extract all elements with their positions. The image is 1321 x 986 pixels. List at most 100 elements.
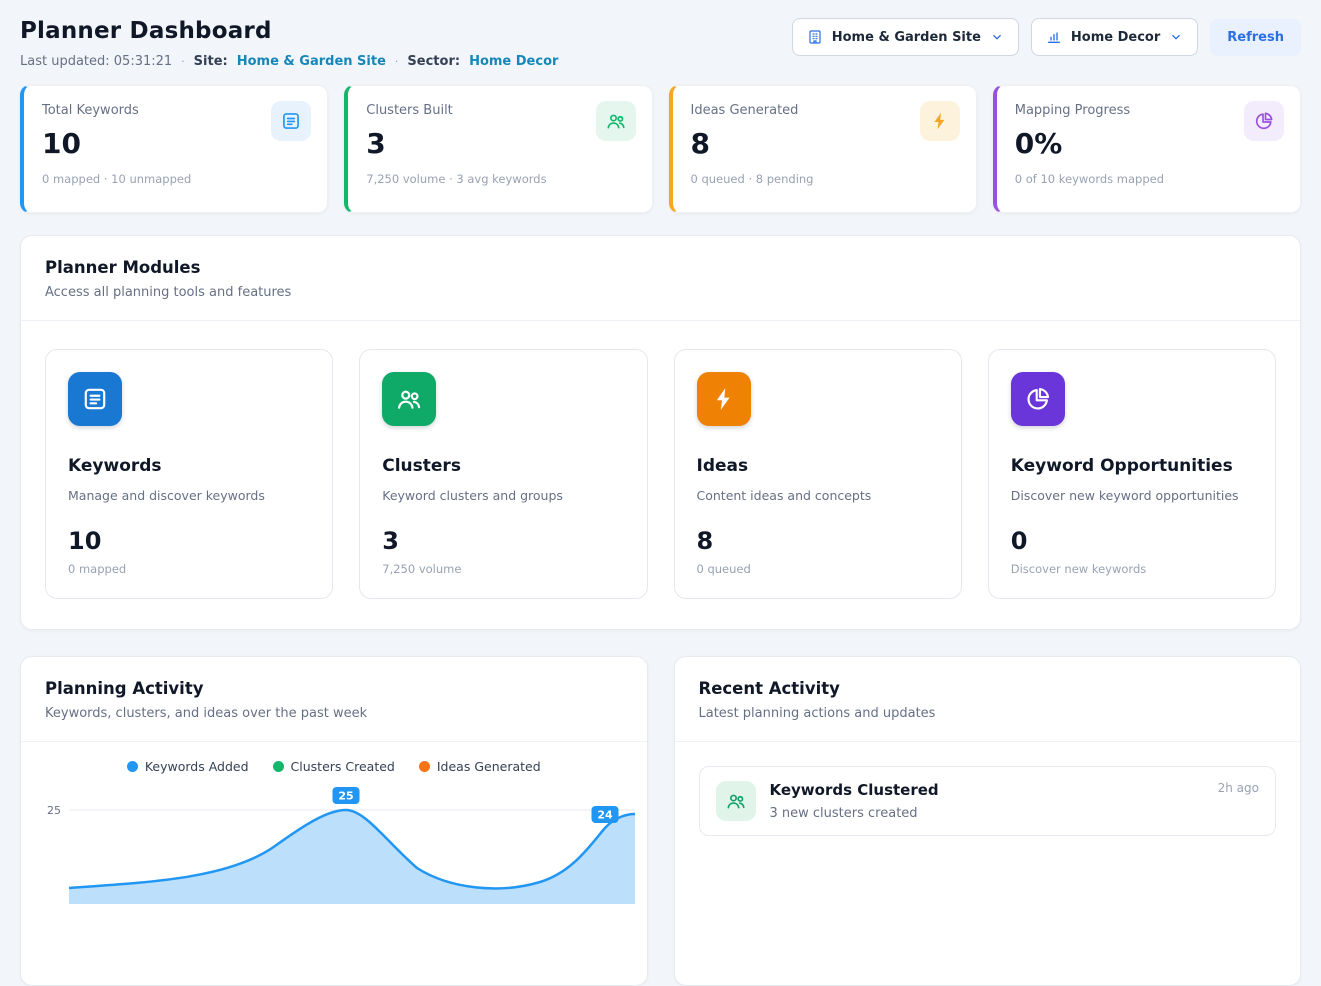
activity-timestamp: 2h ago (1218, 781, 1259, 795)
module-description: Discover new keyword opportunities (1011, 488, 1253, 503)
document-icon (271, 101, 311, 141)
site-link[interactable]: Home & Garden Site (237, 54, 386, 69)
module-card-clusters[interactable]: Clusters Keyword clusters and groups 3 7… (359, 349, 647, 599)
y-axis-tick: 25 (47, 804, 61, 817)
recent-activity-list: Keywords Clustered 3 new clusters create… (675, 742, 1301, 860)
sector-selector-label: Home Decor (1071, 30, 1160, 45)
module-sub-label: 0 queued (697, 562, 939, 576)
stat-subtitle: 0 queued · 8 pending (691, 172, 958, 186)
bottom-row: Planning Activity Keywords, clusters, an… (20, 656, 1301, 986)
module-title: Keyword Opportunities (1011, 456, 1253, 476)
page-meta: Last updated: 05:31:21 · Site: Home & Ga… (20, 54, 558, 69)
point-label-badge: 25 (333, 787, 360, 804)
meta-separator: · (395, 55, 399, 68)
planner-modules-header: Planner Modules Access all planning tool… (21, 236, 1300, 321)
section-title: Planner Modules (45, 258, 1276, 277)
activity-text: Keywords Clustered 3 new clusters create… (770, 781, 1204, 821)
module-value: 0 (1011, 527, 1253, 555)
svg-text:25: 25 (338, 790, 353, 803)
stat-subtitle: 7,250 volume · 3 avg keywords (366, 172, 633, 186)
stat-label: Clusters Built (366, 103, 633, 118)
pie-chart-icon (1011, 372, 1065, 426)
users-icon (716, 781, 756, 821)
module-title: Keywords (68, 456, 310, 476)
module-sub-label: 0 mapped (68, 562, 310, 576)
stat-card-total-keywords: Total Keywords 10 0 mapped · 10 unmapped (20, 85, 328, 213)
header-left: Planner Dashboard Last updated: 05:31:21… (20, 18, 558, 69)
planning-activity-header: Planning Activity Keywords, clusters, an… (21, 657, 647, 742)
pie-chart-icon (1244, 101, 1284, 141)
stat-value: 8 (691, 127, 958, 160)
refresh-button[interactable]: Refresh (1210, 19, 1301, 56)
planning-activity-chart: 25 25 24 (35, 784, 639, 904)
module-value: 8 (697, 527, 939, 555)
legend-dot (127, 761, 138, 772)
page-title: Planner Dashboard (20, 18, 558, 44)
stat-label: Total Keywords (42, 103, 309, 118)
chevron-down-icon (990, 30, 1004, 44)
building-icon (807, 29, 823, 45)
legend-item-ideas-generated: Ideas Generated (419, 759, 541, 774)
chevron-down-icon (1169, 30, 1183, 44)
stat-label: Ideas Generated (691, 103, 958, 118)
chart-legend: Keywords Added Clusters Created Ideas Ge… (21, 742, 647, 778)
stat-subtitle: 0 of 10 keywords mapped (1015, 172, 1282, 186)
site-selector-dropdown[interactable]: Home & Garden Site (792, 18, 1019, 56)
activity-title: Keywords Clustered (770, 781, 1204, 799)
svg-text:24: 24 (597, 809, 613, 822)
legend-item-keywords-added: Keywords Added (127, 759, 249, 774)
legend-dot (419, 761, 430, 772)
module-sub-label: 7,250 volume (382, 562, 624, 576)
activity-description: 3 new clusters created (770, 806, 1204, 821)
module-card-ideas[interactable]: Ideas Content ideas and concepts 8 0 que… (674, 349, 962, 599)
legend-item-clusters-created: Clusters Created (273, 759, 395, 774)
legend-label: Keywords Added (145, 759, 249, 774)
module-card-keywords[interactable]: Keywords Manage and discover keywords 10… (45, 349, 333, 599)
stat-card-clusters-built: Clusters Built 3 7,250 volume · 3 avg ke… (344, 85, 652, 213)
module-sub-label: Discover new keywords (1011, 562, 1253, 576)
users-icon (596, 101, 636, 141)
module-value: 3 (382, 527, 624, 555)
lightning-icon (697, 372, 751, 426)
planning-activity-card: Planning Activity Keywords, clusters, an… (20, 656, 648, 986)
planner-dashboard-page: Planner Dashboard Last updated: 05:31:21… (0, 0, 1321, 986)
page-header: Planner Dashboard Last updated: 05:31:21… (20, 18, 1301, 69)
stat-label: Mapping Progress (1015, 103, 1282, 118)
meta-separator: · (181, 55, 185, 68)
legend-dot (273, 761, 284, 772)
section-title: Planning Activity (45, 679, 623, 698)
legend-label: Clusters Created (291, 759, 395, 774)
stat-value: 3 (366, 127, 633, 160)
users-icon (382, 372, 436, 426)
stat-card-ideas-generated: Ideas Generated 8 0 queued · 8 pending (669, 85, 977, 213)
sector-link[interactable]: Home Decor (469, 54, 558, 69)
module-description: Keyword clusters and groups (382, 488, 624, 503)
module-value: 10 (68, 527, 310, 555)
bar-chart-icon (1046, 29, 1062, 45)
section-subtitle: Access all planning tools and features (45, 285, 1276, 300)
module-description: Content ideas and concepts (697, 488, 939, 503)
module-title: Clusters (382, 456, 624, 476)
legend-label: Ideas Generated (437, 759, 541, 774)
site-selector-label: Home & Garden Site (832, 30, 981, 45)
point-label-badge: 24 (592, 806, 619, 823)
modules-grid: Keywords Manage and discover keywords 10… (21, 321, 1300, 629)
stat-subtitle: 0 mapped · 10 unmapped (42, 172, 309, 186)
recent-activity-header: Recent Activity Latest planning actions … (675, 657, 1301, 742)
module-description: Manage and discover keywords (68, 488, 310, 503)
section-subtitle: Keywords, clusters, and ideas over the p… (45, 706, 623, 721)
stat-card-mapping-progress: Mapping Progress 0% 0 of 10 keywords map… (993, 85, 1301, 213)
module-card-keyword-opportunities[interactable]: Keyword Opportunities Discover new keywo… (988, 349, 1276, 599)
chart-area: 25 25 24 (21, 778, 647, 904)
lightning-icon (920, 101, 960, 141)
stat-value: 0% (1015, 127, 1282, 160)
last-updated-text: Last updated: 05:31:21 (20, 54, 172, 69)
sector-label: Sector: (407, 54, 460, 69)
stats-row: Total Keywords 10 0 mapped · 10 unmapped… (20, 85, 1301, 213)
document-icon (68, 372, 122, 426)
planner-modules-section: Planner Modules Access all planning tool… (20, 235, 1301, 630)
sector-selector-dropdown[interactable]: Home Decor (1031, 18, 1198, 56)
site-label: Site: (194, 54, 228, 69)
module-title: Ideas (697, 456, 939, 476)
section-title: Recent Activity (699, 679, 1277, 698)
